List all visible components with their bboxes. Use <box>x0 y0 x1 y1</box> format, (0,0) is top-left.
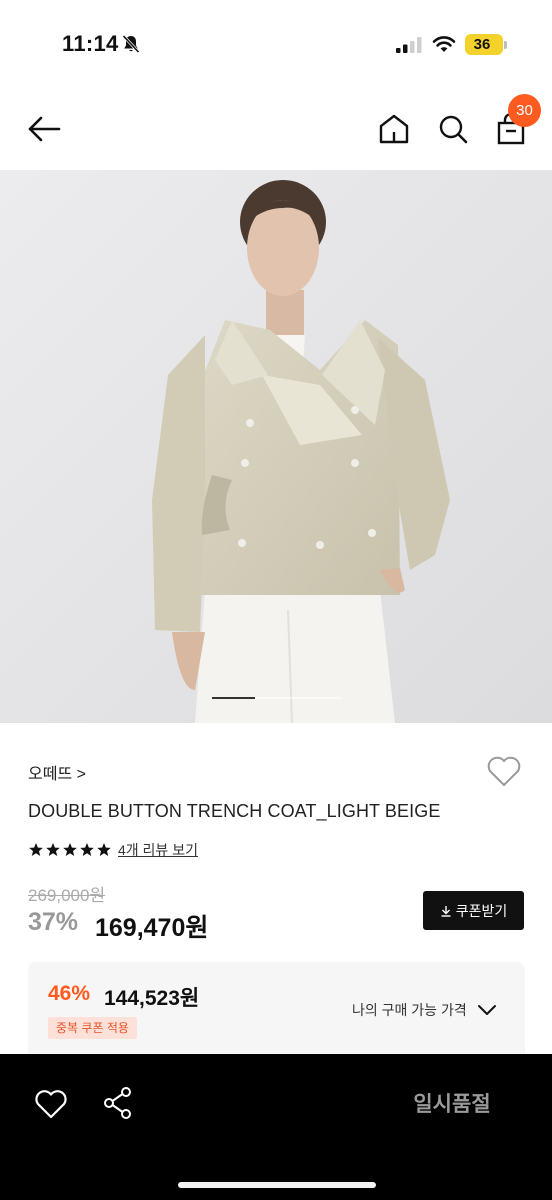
status-time: 11:14 <box>62 31 119 56</box>
star-icon <box>29 843 43 856</box>
coupon-tag: 중복 쿠폰 적용 <box>48 1017 137 1039</box>
coupon-download-button[interactable]: 쿠폰받기 <box>423 891 524 930</box>
sale-price: 169,470원 <box>95 914 209 942</box>
my-price-label: 나의 구매 가능 가격 <box>352 1002 467 1018</box>
battery-level: 36 <box>473 36 491 53</box>
download-icon <box>441 905 451 917</box>
carousel-indicator-active <box>212 697 255 699</box>
arrow-left-icon[interactable] <box>26 112 64 146</box>
signal-icon <box>396 37 422 53</box>
status-bar: 11:14 36 <box>0 0 552 88</box>
benefit-rate: 46% <box>48 982 91 1005</box>
star-icon <box>63 843 77 856</box>
cart-count-badge: 30 <box>508 94 541 127</box>
heart-icon[interactable] <box>34 1088 68 1120</box>
coupon-button-label: 쿠폰받기 <box>455 902 508 919</box>
home-indicator <box>178 1182 376 1188</box>
rating-stars <box>28 842 112 858</box>
product-photo <box>0 170 552 723</box>
app-header <box>0 88 552 170</box>
chevron-down-icon <box>477 1005 496 1015</box>
share-icon[interactable] <box>102 1086 134 1120</box>
bottom-action-bar: 일시품절 <box>0 1054 552 1200</box>
benefit-price: 144,523원 <box>104 987 200 1010</box>
product-image[interactable] <box>0 170 552 723</box>
heart-icon[interactable] <box>486 754 522 788</box>
bell-slash-icon <box>122 34 140 54</box>
review-link[interactable]: 4개 리뷰 보기 <box>118 840 198 860</box>
search-icon[interactable] <box>436 112 470 146</box>
brand-link[interactable]: 오떼뜨 > <box>28 760 86 784</box>
rating-row: 4개 리뷰 보기 <box>28 840 198 860</box>
soldout-button[interactable]: 일시품절 <box>392 1088 512 1118</box>
star-icon <box>80 843 94 856</box>
battery-icon: 36 <box>465 34 503 55</box>
original-price: 269,000원 <box>28 886 106 905</box>
home-icon[interactable] <box>377 112 411 146</box>
my-price-toggle[interactable]: 나의 구매 가능 가격 <box>352 1000 497 1020</box>
wifi-icon <box>432 36 456 52</box>
carousel-indicator <box>212 697 342 699</box>
benefit-price-box: 46% 144,523원 중복 쿠폰 적용 나의 구매 가능 가격 <box>28 962 525 1054</box>
battery-tip <box>504 41 507 49</box>
star-icon <box>46 843 60 856</box>
star-icon <box>97 843 111 856</box>
product-name: DOUBLE BUTTON TRENCH COAT_LIGHT BEIGE <box>28 801 441 821</box>
discount-rate: 37% <box>28 908 79 936</box>
